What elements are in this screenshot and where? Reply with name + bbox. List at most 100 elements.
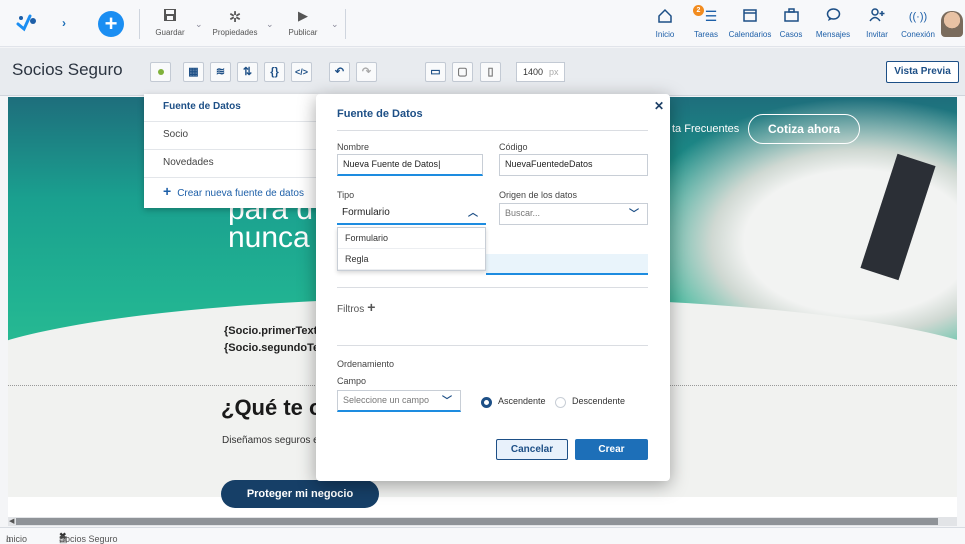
nav-cases[interactable]: Casos: [778, 8, 804, 39]
nav-calendars-label: Calendarios: [728, 30, 772, 39]
status-doc-label: Socios Seguro (SociosSeguros): [59, 534, 118, 544]
chevron-down-icon: ﹀: [629, 209, 639, 220]
canvas-width-input[interactable]: 1400 px: [516, 62, 565, 82]
name-input-value: Nueva Fuente de Datos: [343, 159, 439, 169]
top-toolbar: › + Guardar ⌄ ✲ Propiedades ⌄ ▶ Publicar…: [0, 0, 965, 47]
nav-connection[interactable]: ((·)) Conexión: [900, 8, 936, 39]
app-title: Socios Seguro: [12, 60, 123, 79]
chevron-up-icon: ︿: [468, 208, 478, 219]
form-select-field[interactable]: [486, 254, 648, 275]
nav-home-label: Inicio: [655, 30, 675, 39]
braces-icon[interactable]: {}: [264, 62, 285, 82]
publish-button[interactable]: ▶ Publicar: [285, 8, 321, 37]
mobile-view-icon[interactable]: ▯: [480, 62, 501, 82]
status-home-label: Inicio: [6, 534, 28, 544]
cancel-button[interactable]: Cancelar: [496, 439, 568, 460]
nav-invite-label: Invitar: [866, 30, 888, 39]
create-data-source-link[interactable]: + Crear nueva fuente de datos: [144, 178, 319, 206]
nav-invite[interactable]: Invitar: [864, 8, 890, 39]
properties-dropdown-chevron-icon[interactable]: ⌄: [266, 19, 274, 30]
type-select[interactable]: Formulario ︿: [337, 203, 486, 225]
divider: [337, 345, 648, 346]
type-option[interactable]: Regla: [338, 249, 485, 270]
desktop-view-icon[interactable]: ▭: [425, 62, 446, 82]
tasks-icon: 2 ☰: [692, 5, 720, 30]
variable-text-1: {Socio.primerTexto: [224, 325, 325, 337]
user-avatar[interactable]: [941, 11, 963, 37]
add-button[interactable]: +: [98, 11, 124, 37]
code-input[interactable]: NuevaFuentedeDatos: [499, 154, 648, 176]
nav-tasks[interactable]: 2 ☰ Tareas: [692, 5, 720, 39]
origin-label: Origen de los datos: [499, 190, 578, 200]
type-select-value: Formulario: [342, 207, 390, 218]
nav-calendars[interactable]: Calendarios: [727, 8, 773, 39]
nav-home[interactable]: Inicio: [652, 8, 678, 39]
horizontal-scrollbar[interactable]: ◀: [8, 517, 957, 526]
plus-icon: +: [163, 183, 172, 199]
type-options-list: Formulario Regla: [337, 227, 486, 271]
close-icon[interactable]: ✕: [654, 99, 664, 113]
code-input-value: NuevaFuentedeDatos: [505, 159, 593, 169]
cotiza-button[interactable]: Cotiza ahora: [748, 114, 860, 144]
briefcase-icon: [778, 8, 804, 30]
canvas-width-value: 1400: [523, 67, 544, 77]
play-icon: ▶: [298, 8, 308, 23]
scrollbar-thumb[interactable]: [16, 518, 938, 525]
filters-section[interactable]: Filtros +: [337, 299, 375, 315]
protect-business-button[interactable]: Proteger mi negocio: [221, 480, 379, 508]
status-bar: ⌂ Inicio ▤ Socios Seguro (SociosSeguros)…: [0, 527, 965, 544]
variable-text-2: {Socio.segundoTex: [224, 342, 326, 354]
type-option[interactable]: Formulario: [338, 228, 485, 249]
field-select-placeholder: Seleccione un campo: [343, 395, 430, 405]
undo-icon[interactable]: ↶: [329, 62, 350, 82]
editor-toolbar: Socios Seguro ▦ ≋ ⇅ {} </> ↶ ↷ ▭ ▢ ▯ 140…: [0, 48, 965, 96]
calendar-icon: [727, 8, 773, 30]
field-select[interactable]: Seleccione un campo ﹀: [337, 390, 461, 412]
data-sources-menu: Fuente de Datos Socio Novedades + Crear n…: [144, 94, 319, 208]
save-button[interactable]: Guardar: [150, 8, 190, 37]
data-source-dialog: ✕ Fuente de Datos Nombre Nueva Fuente de…: [316, 94, 670, 481]
code-icon[interactable]: </>: [291, 62, 312, 82]
divider: [337, 130, 648, 131]
ascending-radio[interactable]: [481, 397, 492, 408]
preview-button[interactable]: Vista Previa: [886, 61, 959, 83]
nav-connection-label: Conexión: [901, 30, 935, 39]
expand-chevron-icon[interactable]: ›: [62, 16, 66, 30]
status-doc-tab[interactable]: ▤ Socios Seguro (SociosSeguros) ✖: [59, 531, 118, 544]
data-source-item[interactable]: Novedades: [144, 150, 319, 178]
publish-dropdown-chevron-icon[interactable]: ⌄: [331, 19, 339, 30]
descending-radio[interactable]: [555, 397, 566, 408]
nav-messages[interactable]: Mensajes: [814, 8, 852, 39]
name-label: Nombre: [337, 142, 370, 152]
nav-messages-label: Mensajes: [815, 30, 851, 39]
app-logo-icon[interactable]: [16, 12, 38, 35]
scroll-left-icon[interactable]: ◀: [9, 517, 14, 525]
redo-icon[interactable]: ↷: [356, 62, 377, 82]
save-dropdown-chevron-icon[interactable]: ⌄: [195, 19, 203, 30]
menu-link-faq[interactable]: ta Frecuentes: [672, 123, 739, 135]
add-filter-icon[interactable]: +: [367, 299, 375, 315]
layers-icon[interactable]: ≋: [210, 62, 231, 82]
add-user-icon: [864, 8, 890, 30]
field-label: Campo: [337, 376, 367, 386]
code-label: Código: [499, 142, 528, 152]
status-indicator[interactable]: [150, 62, 171, 82]
section-paragraph: Diseñamos seguros e: [222, 435, 319, 446]
publish-label: Publicar: [288, 28, 318, 37]
tablet-view-icon[interactable]: ▢: [452, 62, 473, 82]
origin-select[interactable]: Buscar... ﹀: [499, 203, 648, 225]
name-input[interactable]: Nueva Fuente de Datos|: [337, 154, 483, 176]
section-heading: ¿Qué te of: [221, 395, 330, 420]
divider: [139, 9, 140, 39]
data-source-item[interactable]: Socio: [144, 122, 319, 150]
data-sources-icon[interactable]: ⇅: [237, 62, 258, 82]
properties-button[interactable]: ✲ Propiedades: [210, 8, 260, 37]
descending-label: Descendente: [572, 396, 626, 406]
chat-bubble-icon: [814, 8, 852, 30]
create-button[interactable]: Crear: [575, 439, 648, 460]
canvas-width-unit: px: [549, 67, 559, 77]
components-grid-icon[interactable]: ▦: [183, 62, 204, 82]
filters-label: Filtros: [337, 304, 365, 315]
chevron-down-icon: ﹀: [442, 396, 452, 407]
gear-icon: ✲: [228, 9, 242, 26]
